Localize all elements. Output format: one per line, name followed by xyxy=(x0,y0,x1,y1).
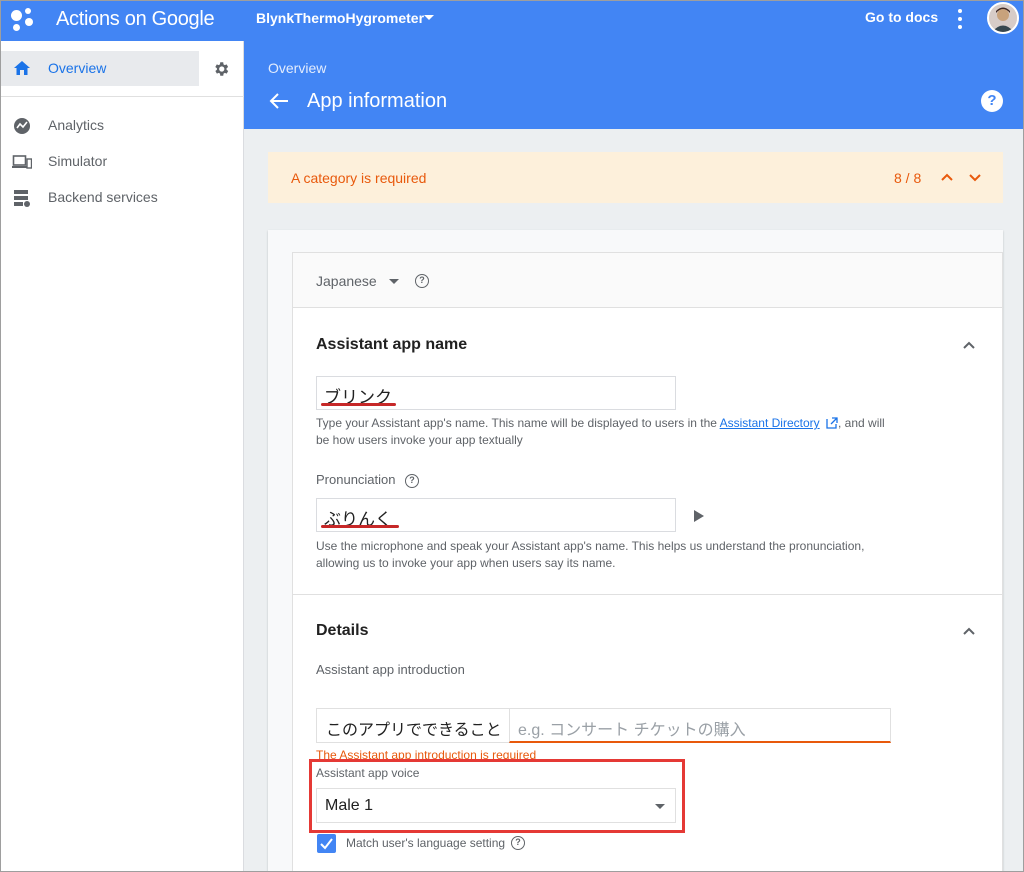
intro-prefix: このアプリでできること xyxy=(316,708,509,743)
sidebar-item-backend-services[interactable]: Backend services xyxy=(0,180,243,216)
intro-label: Assistant app introduction xyxy=(316,662,465,677)
breadcrumb[interactable]: Overview xyxy=(268,60,326,76)
error-banner: A category is required 8 / 8 xyxy=(268,152,1003,203)
intro-prefix-text: このアプリでできること xyxy=(326,722,502,739)
annotation-underline xyxy=(321,525,399,528)
go-to-docs-link[interactable]: Go to docs xyxy=(865,9,938,25)
app-info-card: Japanese ? Assistant app name ブリンク Type … xyxy=(268,230,1003,872)
sidebar-item-label: Backend services xyxy=(48,189,158,205)
sidebar-item-overview[interactable]: Overview xyxy=(0,51,199,86)
voice-select[interactable]: Male 1 xyxy=(316,788,676,823)
match-language-label: Match user's language setting xyxy=(346,836,506,850)
sidebar-item-label: Simulator xyxy=(48,153,108,169)
language-selector[interactable]: Japanese ? xyxy=(293,252,1002,308)
project-selector[interactable]: BlynkThermoHygrometer xyxy=(256,10,424,26)
chevron-down-icon[interactable] xyxy=(655,804,665,809)
section-divider xyxy=(293,594,1002,595)
pronunciation-label: Pronunciation xyxy=(316,472,396,487)
banner-counter: 8 / 8 xyxy=(894,170,922,186)
arrow-back-icon[interactable] xyxy=(268,91,290,111)
form-panel: Japanese ? Assistant app name ブリンク Type … xyxy=(292,252,1003,872)
intro-error: The Assistant app introduction is requir… xyxy=(316,748,537,762)
check-icon xyxy=(320,838,333,850)
page-header: Overview App information ? xyxy=(244,41,1024,129)
assistant-directory-link[interactable]: Assistant Directory xyxy=(720,416,820,430)
intro-placeholder: e.g. コンサート チケットの購入 xyxy=(518,722,746,739)
language-dropdown-icon[interactable] xyxy=(389,279,399,284)
voice-label: Assistant app voice xyxy=(316,766,420,780)
language-label[interactable]: Japanese xyxy=(316,273,377,289)
home-icon xyxy=(14,61,30,75)
sidebar-item-label: Overview xyxy=(48,60,107,76)
hint-text: Type your Assistant app's name. This nam… xyxy=(316,416,720,430)
chevron-down-icon[interactable] xyxy=(968,170,982,184)
analytics-icon xyxy=(14,118,30,134)
section-title-app-name: Assistant app name xyxy=(316,336,468,353)
sidebar-divider xyxy=(0,96,244,97)
sidebar: Overview Analytics Simulator Backend ser… xyxy=(0,41,244,872)
help-icon[interactable]: ? xyxy=(511,836,525,850)
project-dropdown-icon[interactable] xyxy=(424,15,434,20)
help-icon[interactable]: ? xyxy=(415,274,429,288)
page-title: App information xyxy=(307,90,448,112)
match-language-checkbox[interactable] xyxy=(317,834,336,853)
help-icon[interactable]: ? xyxy=(981,90,1003,112)
play-icon[interactable] xyxy=(693,509,705,523)
dns-icon xyxy=(14,190,30,207)
chevron-up-icon[interactable] xyxy=(962,340,976,350)
banner-message: A category is required xyxy=(291,170,427,186)
chevron-up-icon[interactable] xyxy=(962,626,976,636)
app-name-hint: Type your Assistant app's name. This nam… xyxy=(316,415,896,449)
avatar[interactable] xyxy=(987,2,1019,34)
top-app-bar: Actions on Google BlynkThermoHygrometer … xyxy=(0,0,1024,41)
section-title-details: Details xyxy=(316,622,369,639)
sidebar-item-simulator[interactable]: Simulator xyxy=(0,144,243,180)
sidebar-item-analytics[interactable]: Analytics xyxy=(0,108,243,144)
intro-input[interactable]: e.g. コンサート チケットの購入 xyxy=(509,708,891,743)
assistant-logo-icon[interactable] xyxy=(10,7,36,33)
annotation-underline xyxy=(321,403,396,406)
gear-icon[interactable] xyxy=(212,60,230,78)
chevron-up-icon[interactable] xyxy=(940,170,954,184)
more-vert-icon[interactable] xyxy=(957,9,963,29)
app-title[interactable]: Actions on Google xyxy=(56,8,215,31)
pronunciation-hint: Use the microphone and speak your Assist… xyxy=(316,539,865,570)
voice-value: Male 1 xyxy=(325,797,374,814)
sidebar-item-label: Analytics xyxy=(48,117,105,133)
open-in-new-icon[interactable] xyxy=(826,417,838,429)
devices-icon xyxy=(12,155,32,169)
help-icon[interactable]: ? xyxy=(405,474,419,488)
